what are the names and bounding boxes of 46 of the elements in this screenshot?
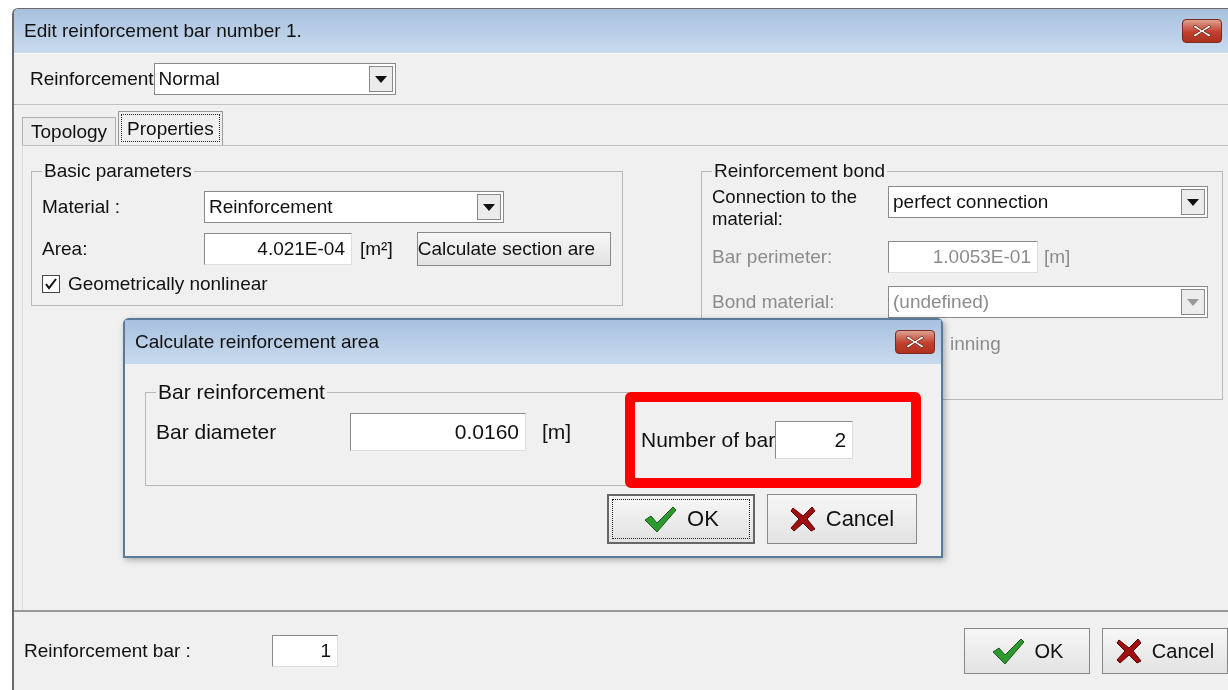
bar-count-field[interactable]: 2 [775, 421, 854, 459]
option-label: inning [950, 333, 1001, 355]
field-label: Reinforcement [30, 68, 154, 90]
close-button[interactable] [1182, 19, 1222, 43]
check-icon [643, 505, 678, 533]
group-title: Bar reinforcement [157, 380, 326, 404]
ok-button[interactable]: OK [964, 628, 1090, 674]
nonlinear-checkbox[interactable]: Geometrically nonlinear [42, 273, 268, 295]
tab[interactable]: Topology [22, 117, 117, 145]
field-label: Area: [42, 238, 89, 260]
group-title: Reinforcement bond [713, 160, 887, 182]
window-title: Edit reinforcement bar number 1. [24, 20, 302, 42]
checkmark-icon [45, 278, 57, 290]
unit-label: [m] [542, 420, 572, 444]
unit-label: [m] [1044, 246, 1071, 268]
group-title: Basic parameters [43, 160, 193, 182]
cancel-button[interactable]: Cancel [767, 494, 917, 544]
area-field[interactable]: 4.021E-04 [204, 233, 352, 265]
x-icon [1115, 638, 1142, 664]
tab[interactable]: Properties [118, 111, 223, 145]
diameter-field[interactable]: 0.0160 [350, 413, 526, 451]
calculate-button[interactable]: Calculate section are [416, 232, 611, 266]
field-label: Connection to the material: [712, 186, 859, 230]
close-button[interactable] [895, 330, 935, 354]
dropdown-arrow-icon [1187, 198, 1199, 206]
connection-dropdown[interactable]: perfect connection [888, 186, 1208, 218]
field-label: Material : [42, 196, 122, 218]
dialog-title: Calculate reinforcement area [135, 331, 379, 353]
ok-button[interactable]: OK [607, 494, 755, 544]
bar-number-field[interactable]: 1 [272, 635, 338, 667]
cancel-button[interactable]: Cancel [1102, 628, 1228, 674]
close-icon [1191, 23, 1213, 39]
material-dropdown[interactable]: Reinforcement [204, 191, 504, 223]
unit-label: [m²] [360, 238, 393, 260]
close-icon [904, 334, 926, 350]
dropdown-arrow-icon [1187, 298, 1199, 306]
x-icon [789, 506, 816, 532]
check-icon [990, 637, 1025, 665]
field-label: Bar diameter [156, 420, 278, 444]
dropdown-arrow-icon [483, 203, 495, 211]
field-label: Bond material: [712, 291, 836, 313]
dropdown-arrow-icon [374, 75, 387, 83]
field-label: Bar perimeter: [712, 246, 834, 268]
field-label: Reinforcement bar : [24, 640, 192, 662]
field-label: Number of bar [641, 428, 776, 452]
type-dropdown[interactable]: Normal [153, 63, 396, 95]
